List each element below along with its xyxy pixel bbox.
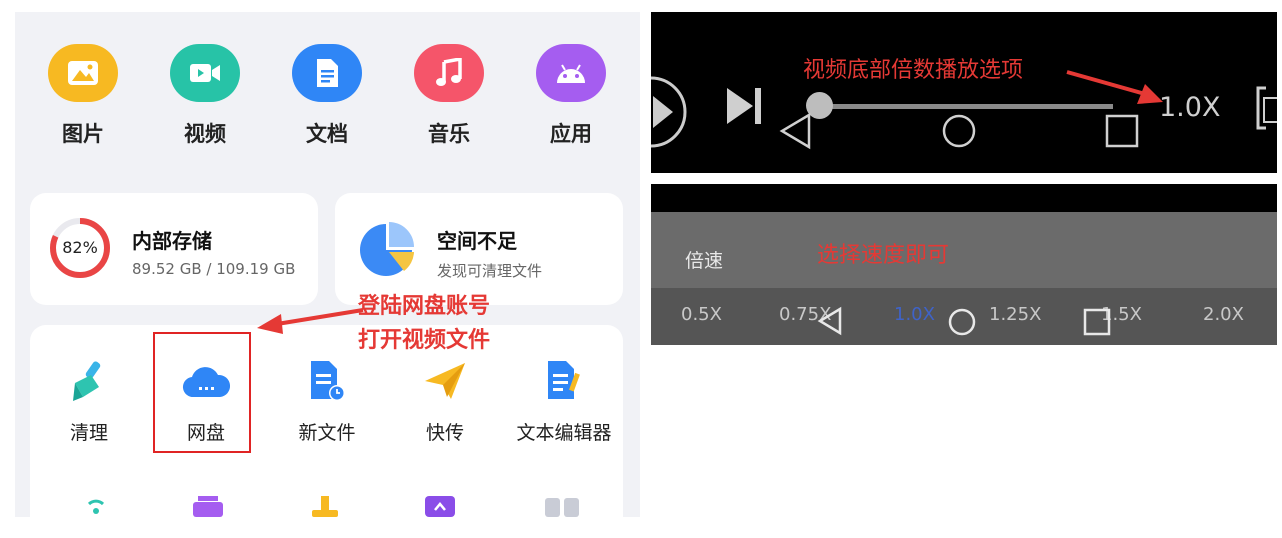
play-icon[interactable] xyxy=(651,72,691,152)
speed-option-1-25x[interactable]: 1.25X xyxy=(989,304,1041,325)
tool-label: 清理 xyxy=(69,422,108,444)
category-label: 音乐 xyxy=(428,122,470,146)
storage-percent: 82% xyxy=(62,238,98,257)
broom-icon xyxy=(64,356,114,406)
category-images[interactable]: 图片 xyxy=(38,44,128,148)
tool-quick-transfer[interactable]: 快传 xyxy=(385,356,505,445)
nav-home-icon[interactable] xyxy=(941,113,977,149)
category-row: 图片 视频 文档 音乐 应用 xyxy=(15,44,640,164)
skip-next-icon[interactable] xyxy=(725,86,763,126)
annotation-arrow-left xyxy=(257,308,364,334)
image-icon xyxy=(48,44,118,102)
nav-recent-icon[interactable] xyxy=(1083,308,1111,336)
category-label: 图片 xyxy=(62,122,104,146)
video-icon xyxy=(170,44,240,102)
cloud-drive-highlight-box xyxy=(153,332,251,453)
tool-label: 文本编辑器 xyxy=(516,422,612,444)
nav-recent-icon[interactable] xyxy=(1105,114,1139,148)
speed-option-0-5x[interactable]: 0.5X xyxy=(681,304,722,325)
category-videos[interactable]: 视频 xyxy=(160,44,250,148)
paper-plane-icon xyxy=(420,356,470,406)
nav-home-icon[interactable] xyxy=(947,307,977,337)
speed-select-panel: 倍速 选择速度即可 0.5X 0.75X 1.0X 1.25X 1.5X 2.0… xyxy=(651,184,1277,345)
category-label: 视频 xyxy=(184,122,226,146)
wifi-icon xyxy=(87,496,105,517)
category-documents[interactable]: 文档 xyxy=(282,44,372,148)
tool-clean[interactable]: 清理 xyxy=(29,356,149,445)
annotation-arrow-right xyxy=(1066,70,1163,104)
category-music[interactable]: 音乐 xyxy=(404,44,494,148)
annotation-login-line2: 打开视频文件 xyxy=(358,328,491,353)
new-file-icon xyxy=(302,356,352,406)
space-title: 空间不足 xyxy=(437,229,517,253)
pie-chart-icon xyxy=(360,222,414,276)
playback-speed-button[interactable]: 1.0X xyxy=(1159,92,1220,123)
annotation-speed-option: 视频底部倍数播放选项 xyxy=(803,58,1024,83)
speed-menu-title: 倍速 xyxy=(685,250,724,272)
storage-detail: 89.52 GB / 109.19 GB xyxy=(132,260,296,278)
category-label: 文档 xyxy=(306,122,348,146)
tool-new-file[interactable]: 新文件 xyxy=(267,356,387,445)
text-editor-icon xyxy=(539,356,589,406)
video-player-bar: 视频底部倍数播放选项 1.0X xyxy=(651,12,1277,173)
music-icon xyxy=(414,44,484,102)
space-subtitle: 发现可清理文件 xyxy=(437,262,543,280)
nav-back-icon[interactable] xyxy=(817,306,843,336)
annotation-choose-speed: 选择速度即可 xyxy=(817,243,950,268)
document-icon xyxy=(292,44,362,102)
annotation-login-line1: 登陆网盘账号 xyxy=(358,294,491,319)
speed-option-2-0x[interactable]: 2.0X xyxy=(1203,304,1244,325)
category-apps[interactable]: 应用 xyxy=(526,44,616,148)
more-apps-icon xyxy=(545,496,581,517)
tool-label: 快传 xyxy=(425,422,464,444)
android-icon xyxy=(536,44,606,102)
speed-option-1-0x-selected[interactable]: 1.0X xyxy=(894,304,935,325)
storage-title: 内部存储 xyxy=(132,229,212,253)
screen-rotate-icon[interactable] xyxy=(1254,84,1277,132)
nav-back-icon[interactable] xyxy=(779,112,813,150)
cleaner-box-icon xyxy=(193,496,223,517)
file-manager-panel: 图片 视频 文档 音乐 应用 82% 内部存储 89.52 GB / 109.1… xyxy=(15,12,640,517)
upload-icon xyxy=(312,496,338,517)
tool-label: 新文件 xyxy=(298,422,356,444)
internal-storage-card[interactable]: 82% 内部存储 89.52 GB / 109.19 GB xyxy=(30,193,318,305)
share-icon xyxy=(425,496,455,517)
tool-text-editor[interactable]: 文本编辑器 xyxy=(504,356,624,445)
category-label: 应用 xyxy=(550,122,592,146)
